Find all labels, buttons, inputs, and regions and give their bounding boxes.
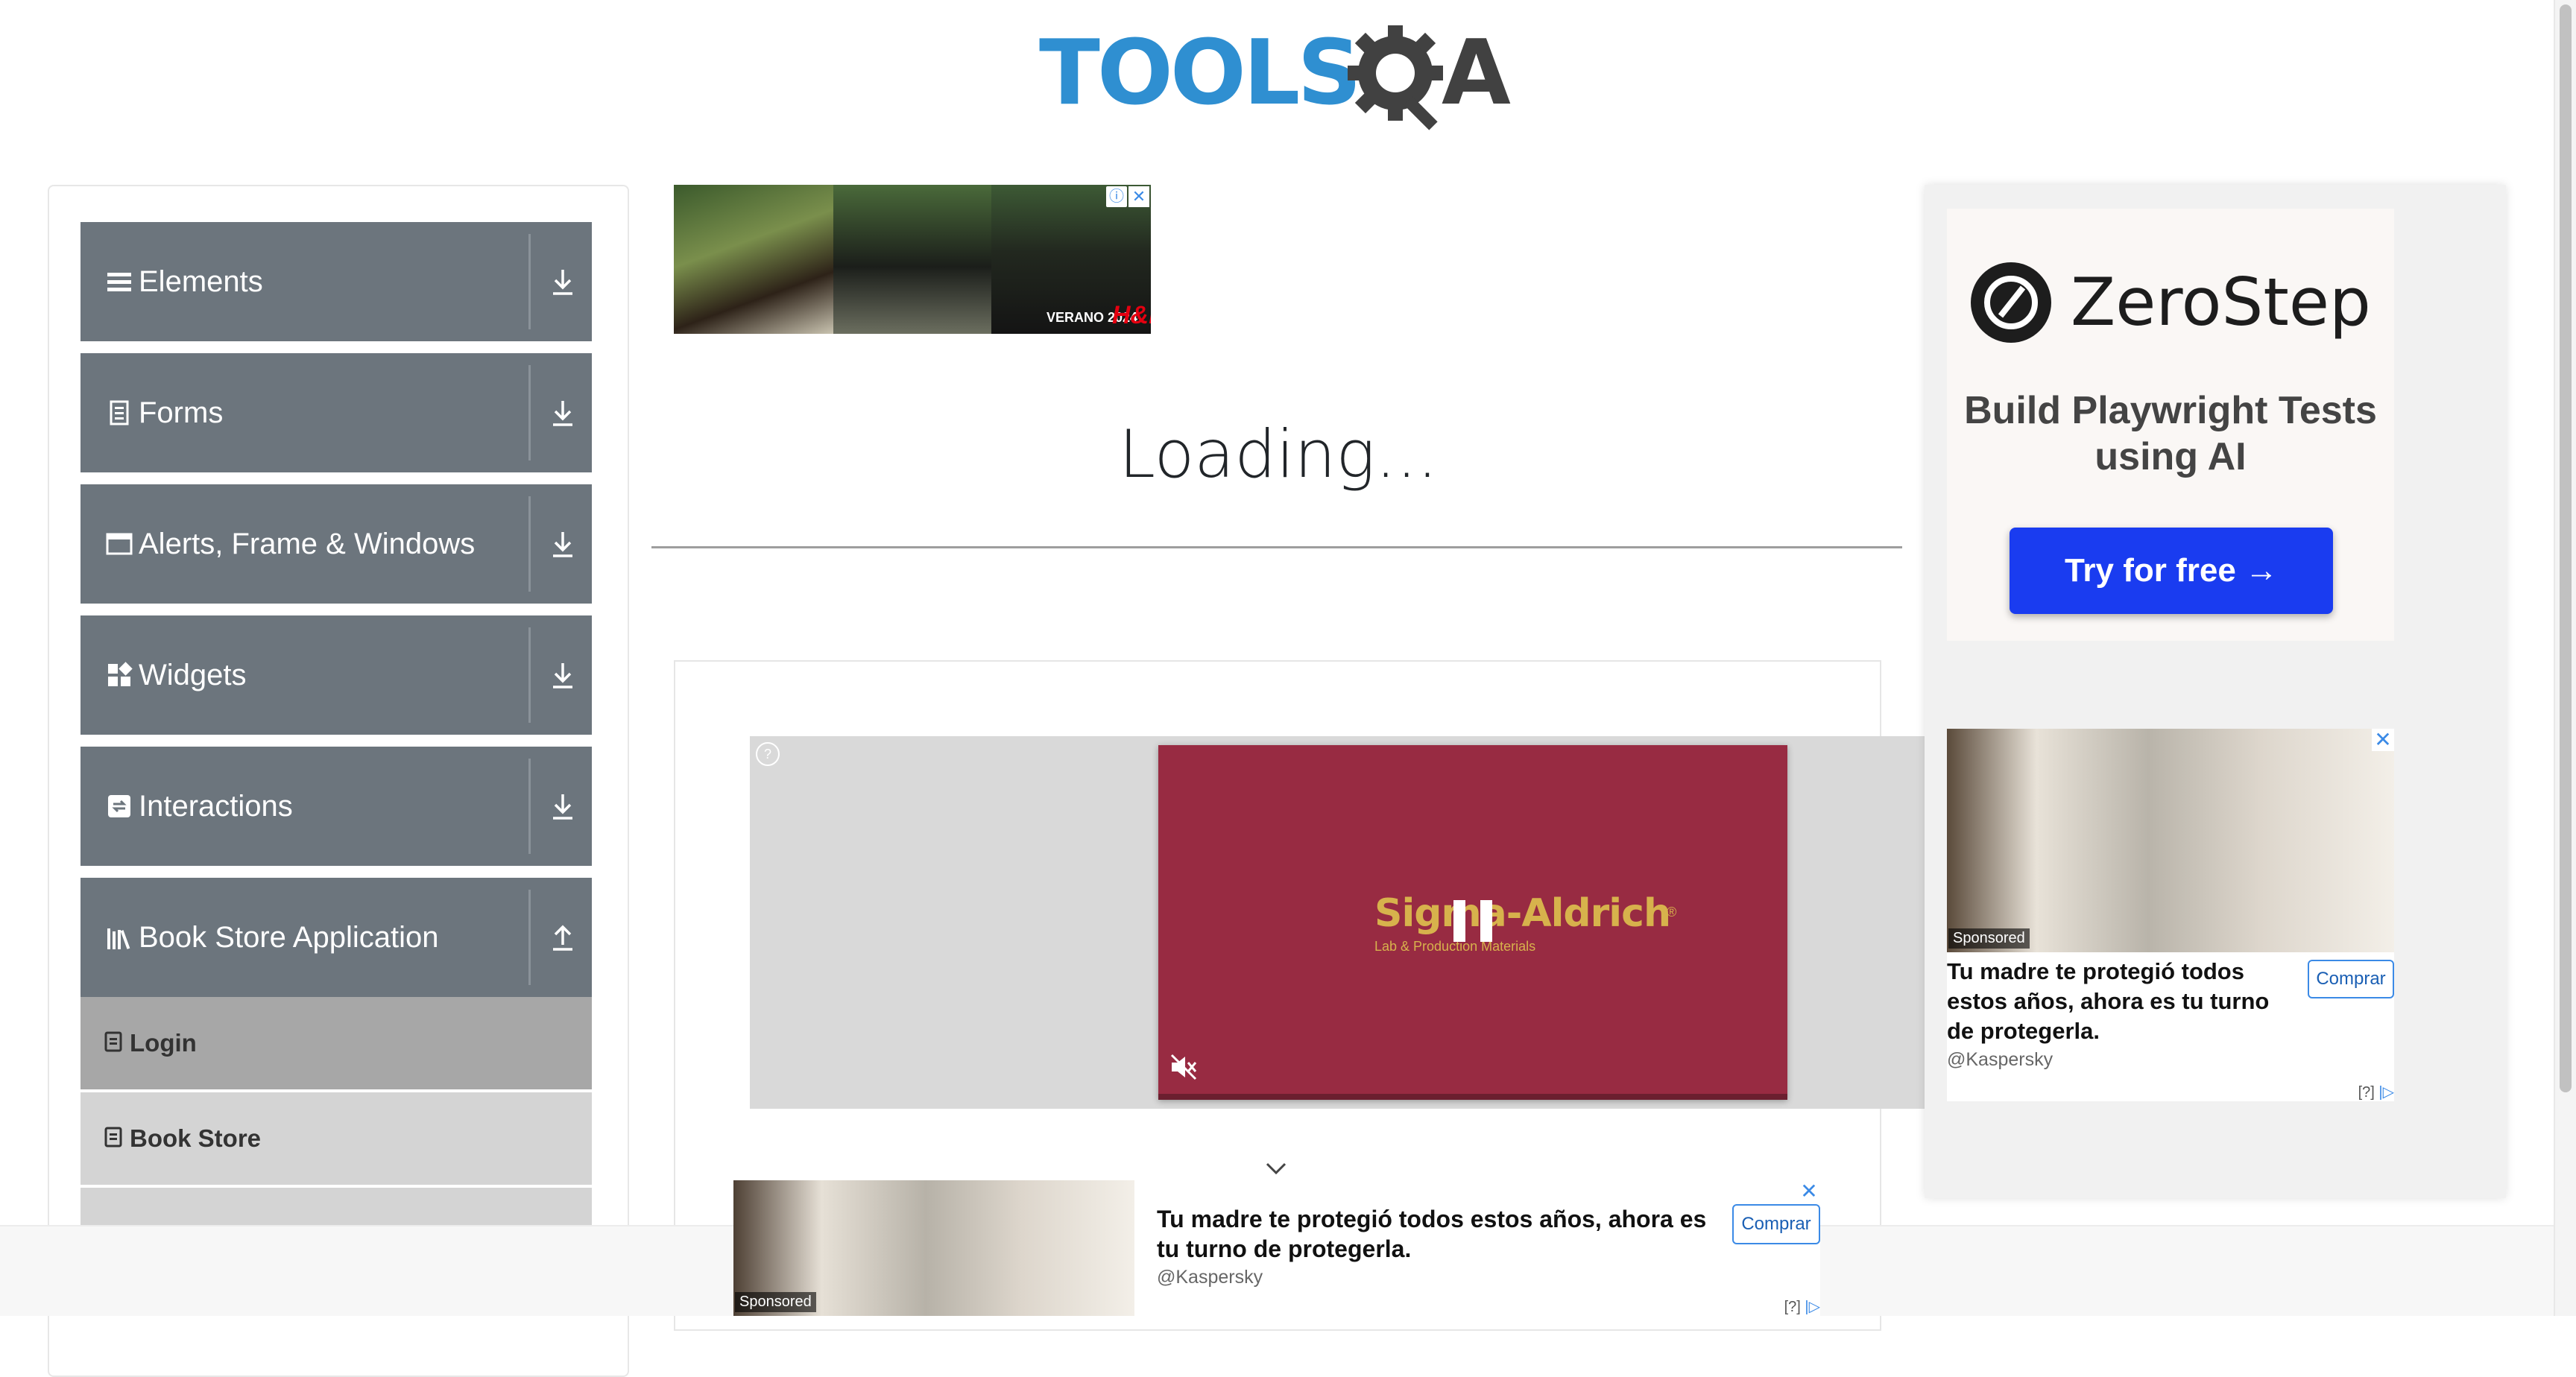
ad-photo xyxy=(833,185,991,334)
adchoices-icon[interactable]: [?] |▷ xyxy=(1784,1297,1820,1316)
kaspersky-ad-right[interactable]: Sponsored ✕ Tu madre te protegió todos e… xyxy=(1947,729,2394,1101)
comprar-button[interactable]: Comprar xyxy=(1732,1204,1820,1244)
ad-headline[interactable]: Tu madre te protegió todos estos años, a… xyxy=(1947,957,2297,1046)
sponsored-label: Sponsored xyxy=(735,1292,816,1312)
menu-item-label: Book Store xyxy=(130,1124,262,1152)
kaspersky-ad-bottom[interactable]: Sponsored Tu madre te protegió todos est… xyxy=(733,1180,1820,1316)
close-icon[interactable]: ✕ xyxy=(1128,186,1149,207)
group-label: Book Store Application xyxy=(139,921,439,954)
group-label: Widgets xyxy=(139,659,247,691)
video-progress-bar xyxy=(1158,1094,1787,1100)
window-icon xyxy=(106,533,133,555)
group-book-store-application[interactable]: Book Store Application xyxy=(80,878,592,997)
logo-text-a: A xyxy=(1442,22,1511,125)
divider xyxy=(651,546,1902,548)
ad-help[interactable]: [?] xyxy=(1784,1299,1801,1315)
divider xyxy=(528,234,531,329)
download-arrow-icon xyxy=(553,401,572,426)
group-interactions[interactable]: Interactions xyxy=(80,747,592,866)
ad-source: @Kaspersky xyxy=(1947,1049,2053,1070)
ad-headline[interactable]: Tu madre te protegió todos estos años, a… xyxy=(1157,1204,1723,1264)
group-elements[interactable]: Elements xyxy=(80,222,592,341)
document-icon xyxy=(110,400,129,425)
divider xyxy=(528,627,531,723)
comprar-button[interactable]: Comprar xyxy=(2308,960,2394,998)
group-label: Alerts, Frame & Windows xyxy=(139,528,476,560)
upload-arrow-icon xyxy=(553,925,572,951)
ad-photo xyxy=(674,185,833,334)
chevron-down-icon[interactable] xyxy=(1261,1155,1291,1182)
zerostep-name: ZeroStep xyxy=(2071,264,2371,341)
ad-photo xyxy=(1947,729,2394,952)
interactions-icon xyxy=(108,795,130,817)
book-icon xyxy=(104,1127,122,1148)
zerostep-ad[interactable]: ZeroStep Build Playwright Tests using AI… xyxy=(1947,209,2394,641)
ad-help[interactable]: [?] xyxy=(2358,1084,2375,1101)
menu-item-label: Login xyxy=(130,1029,197,1057)
close-icon[interactable]: ✕ xyxy=(2372,729,2394,751)
books-icon xyxy=(107,928,130,949)
widgets-icon xyxy=(108,662,133,686)
group-label: Forms xyxy=(139,396,224,429)
download-arrow-icon xyxy=(553,663,572,688)
top-banner-ad[interactable]: VERANO 2024 H&M ⓘ ✕ xyxy=(674,185,1151,334)
info-icon[interactable]: ⓘ xyxy=(1106,186,1127,207)
close-icon[interactable]: ✕ xyxy=(1798,1180,1820,1203)
divider xyxy=(528,890,531,985)
registered-mark: ® xyxy=(1667,905,1677,919)
scrollbar-thumb[interactable] xyxy=(2560,4,2572,1092)
pause-icon[interactable] xyxy=(1453,900,1494,942)
group-widgets[interactable]: Widgets xyxy=(80,615,592,735)
video-brand: Sigma-Aldrich xyxy=(1374,891,1671,936)
toolsqa-logo[interactable]: TOOLS A xyxy=(1039,21,1521,136)
list-icon xyxy=(107,273,131,291)
menu-item-login[interactable]: Login xyxy=(80,997,592,1092)
help-icon[interactable]: ? xyxy=(756,742,780,766)
loading-text: Loading... xyxy=(1118,416,1439,493)
gear-icon xyxy=(1348,25,1443,130)
zerostep-logo-icon xyxy=(1971,262,2051,343)
download-arrow-icon xyxy=(553,270,572,295)
divider xyxy=(528,496,531,592)
try-for-free-button[interactable]: Try for free → xyxy=(2010,528,2333,614)
hm-logo: H&M xyxy=(1112,301,1151,329)
sponsored-label: Sponsored xyxy=(1948,928,2030,949)
book-icon xyxy=(104,1031,122,1052)
menu-item-book-store[interactable]: Book Store xyxy=(80,1092,592,1188)
group-label: Elements xyxy=(139,265,263,298)
ad-source: @Kaspersky xyxy=(1157,1267,1263,1288)
group-alerts-frame-windows[interactable]: Alerts, Frame & Windows xyxy=(80,484,592,604)
download-arrow-icon xyxy=(553,532,572,557)
group-label: Interactions xyxy=(139,790,293,823)
adchoices-icon[interactable]: [?] |▷ xyxy=(2358,1083,2394,1101)
group-forms[interactable]: Forms xyxy=(80,353,592,472)
video-player[interactable]: Sigma-Aldrich ® Lab & Production Materia… xyxy=(1158,745,1787,1100)
mute-icon[interactable] xyxy=(1169,1052,1199,1082)
divider xyxy=(528,759,531,854)
download-arrow-icon xyxy=(553,794,572,820)
zerostep-tagline: Build Playwright Tests using AI xyxy=(1964,389,2377,478)
divider xyxy=(528,365,531,460)
logo-text-tools: TOOLS xyxy=(1039,22,1362,125)
